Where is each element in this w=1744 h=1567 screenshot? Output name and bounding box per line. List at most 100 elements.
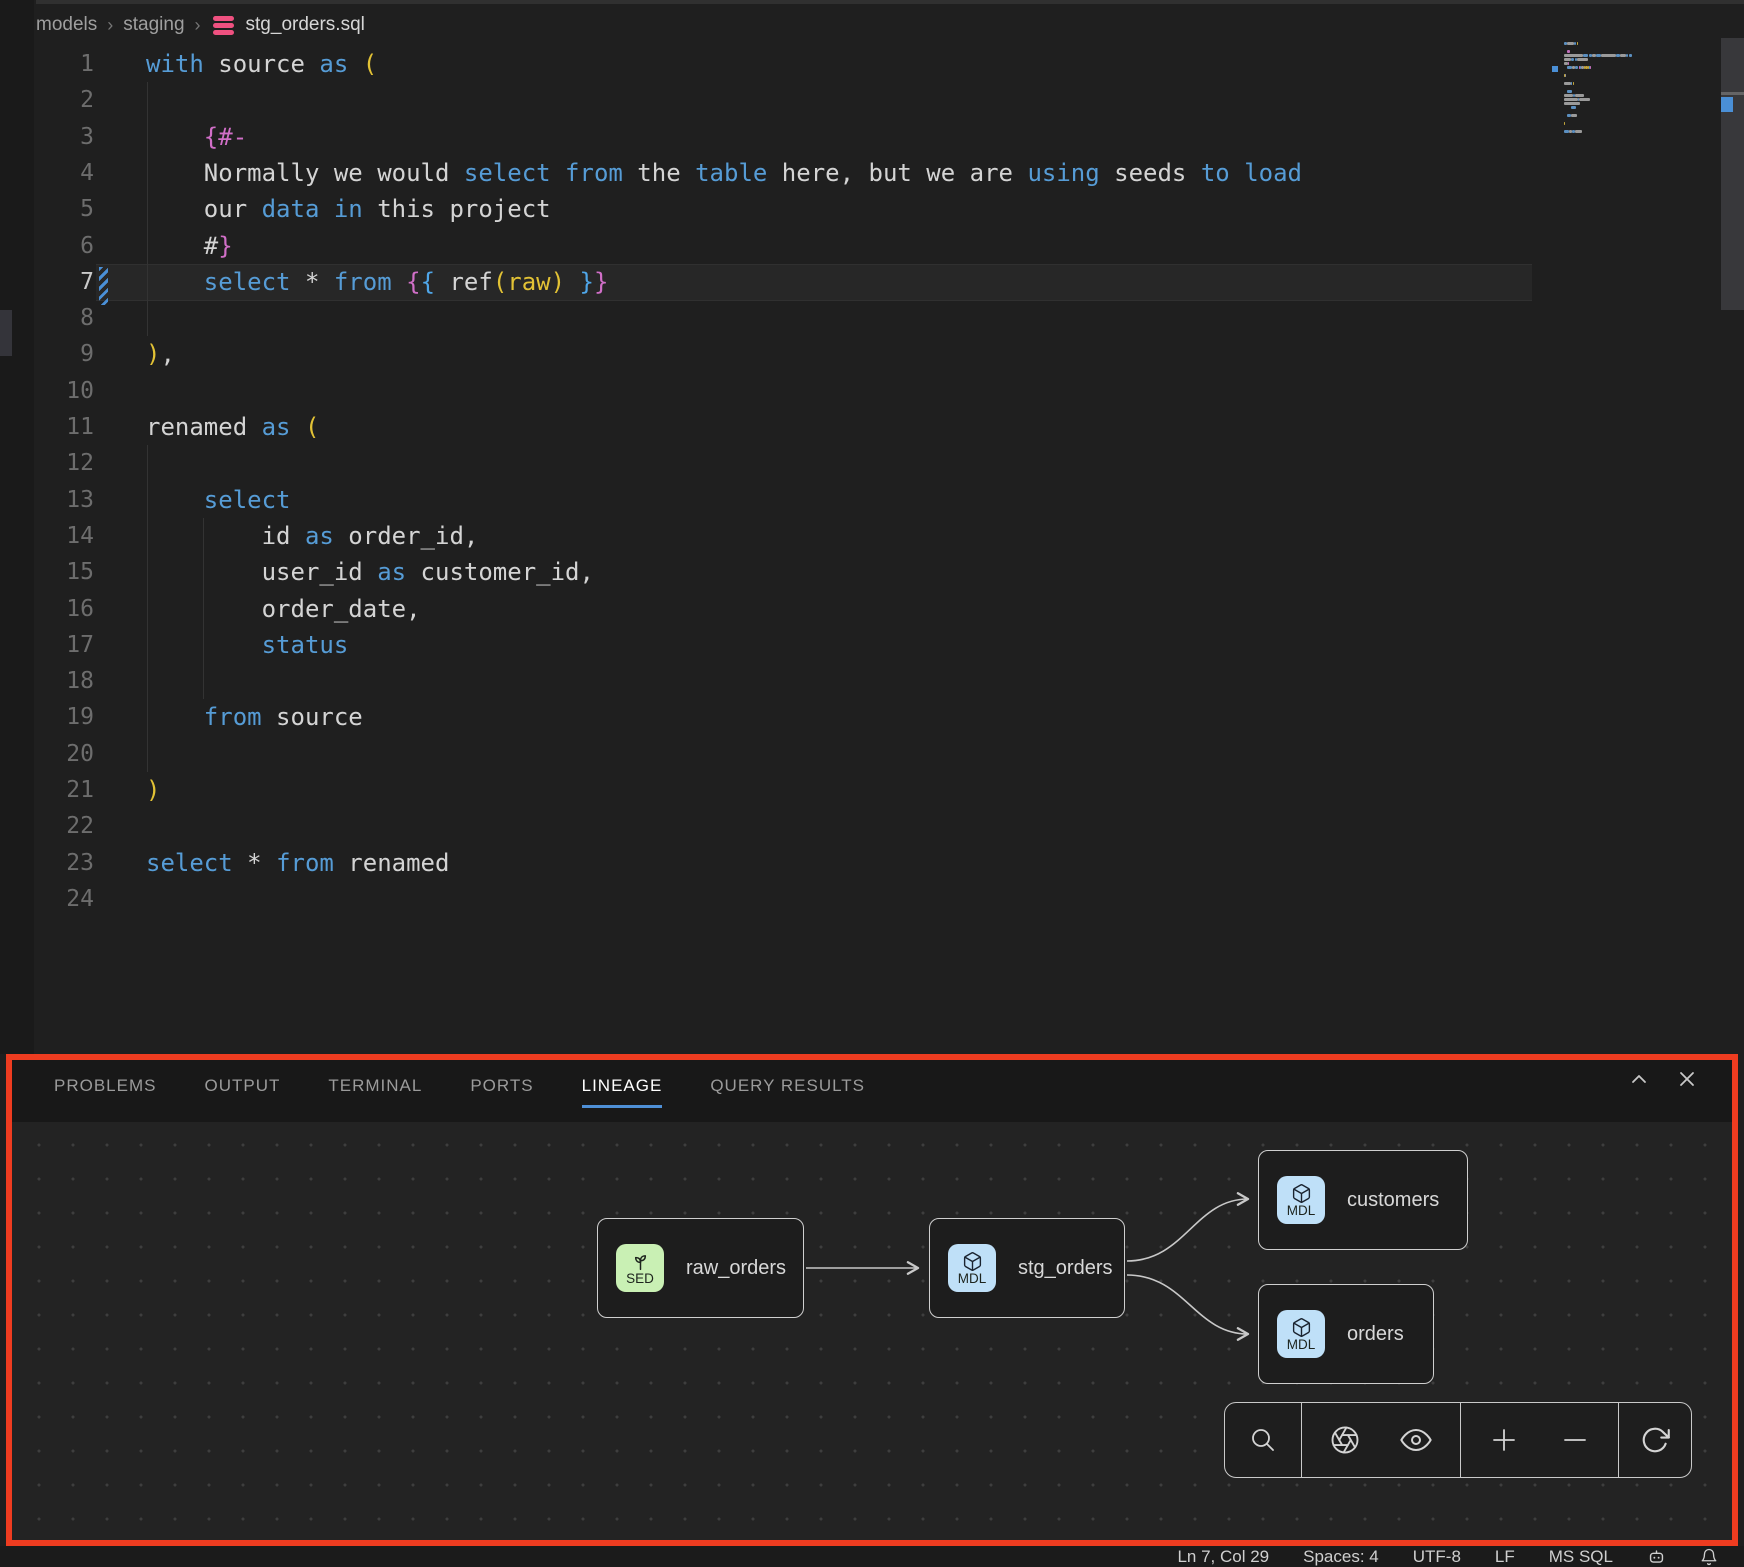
tab-output[interactable]: OUTPUT — [204, 1076, 280, 1100]
code-line-13[interactable]: 13 select — [0, 482, 1744, 519]
code-line-2[interactable]: 2 — [0, 82, 1744, 119]
code-line-18[interactable]: 18 — [0, 663, 1744, 700]
line-number: 12 — [0, 445, 94, 482]
lineage-node-orders[interactable]: MDL orders — [1258, 1284, 1434, 1384]
line-number: 5 — [0, 191, 94, 228]
lineage-node-stg_orders[interactable]: MDL stg_orders — [929, 1218, 1125, 1318]
code-line-10[interactable]: 10 — [0, 373, 1744, 410]
line-number: 18 — [0, 663, 94, 700]
cube-icon — [962, 1251, 983, 1272]
line-number: 4 — [0, 155, 94, 192]
eol-indicator[interactable]: LF — [1495, 1547, 1515, 1567]
code-line-12[interactable]: 12 — [0, 445, 1744, 482]
code-line-6[interactable]: 6 #} — [0, 228, 1744, 265]
scrollbar-thumb[interactable] — [1721, 38, 1744, 310]
panel-tab-bar: PROBLEMS OUTPUT TERMINAL PORTS LINEAGE Q… — [54, 1062, 865, 1114]
code-line-9[interactable]: 9), — [0, 336, 1744, 373]
code-line-11[interactable]: 11 renamed as ( — [0, 409, 1744, 446]
code-editor[interactable]: 1 with source as ( 23 {#-4 Normally we wou… — [0, 0, 1744, 1054]
line-number: 24 — [0, 881, 94, 918]
tab-query-results[interactable]: QUERY RESULTS — [710, 1076, 865, 1100]
search-icon[interactable] — [1235, 1412, 1291, 1468]
code-line-16[interactable]: 16 order_date, — [0, 591, 1744, 628]
line-number: 20 — [0, 736, 94, 773]
node-label: customers — [1347, 1189, 1439, 1212]
code-text: ) — [146, 772, 160, 809]
code-line-3[interactable]: 3 {#- — [0, 119, 1744, 156]
minimap-line — [1564, 82, 1574, 85]
line-number: 11 — [0, 409, 94, 446]
code-line-4[interactable]: 4 Normally we would select from the tabl… — [0, 155, 1744, 192]
code-line-24[interactable]: 24 — [0, 881, 1744, 918]
cube-icon — [1291, 1183, 1312, 1204]
code-line-8[interactable]: 8 — [0, 300, 1744, 337]
panel-actions — [1628, 1068, 1698, 1090]
code-text: with source as ( — [146, 46, 377, 83]
code-line-1[interactable]: 1 with source as ( — [0, 46, 1744, 83]
minimap-line — [1564, 94, 1584, 97]
minus-icon[interactable] — [1547, 1412, 1603, 1468]
chevron-up-icon[interactable] — [1628, 1068, 1650, 1090]
badge-label: MDL — [1287, 1338, 1316, 1352]
code-text: Normally we would select from the table … — [146, 155, 1302, 192]
minimap[interactable] — [1558, 42, 1720, 162]
code-text: status — [146, 627, 348, 664]
model-badge: MDL — [948, 1244, 996, 1292]
line-number: 23 — [0, 845, 94, 882]
badge-label: SED — [626, 1272, 654, 1286]
tab-problems[interactable]: PROBLEMS — [54, 1076, 156, 1100]
code-text: order_date, — [146, 591, 421, 628]
minimap-line — [1564, 62, 1569, 65]
robot-icon[interactable] — [1647, 1547, 1666, 1566]
lineage-toolbar — [1224, 1402, 1692, 1478]
refresh-icon[interactable] — [1627, 1412, 1683, 1468]
code-text: #} — [146, 228, 233, 265]
editor-scrollbar[interactable] — [1721, 0, 1744, 1054]
language-mode-indicator[interactable]: MS SQL — [1549, 1547, 1613, 1567]
tab-ports[interactable]: PORTS — [470, 1076, 533, 1100]
code-text: select — [146, 482, 291, 519]
line-number: 8 — [0, 300, 94, 337]
code-line-19[interactable]: 19 from source — [0, 699, 1744, 736]
minimap-line — [1564, 58, 1588, 61]
code-text: renamed as ( — [146, 409, 319, 446]
line-number: 14 — [0, 518, 94, 555]
eye-icon[interactable] — [1388, 1412, 1444, 1468]
bell-icon[interactable] — [1700, 1548, 1718, 1566]
cursor-position-indicator[interactable]: Ln 7, Col 29 — [1177, 1547, 1269, 1567]
minimap-modified-marker — [1552, 66, 1558, 72]
line-number: 9 — [0, 336, 94, 373]
node-label: orders — [1347, 1323, 1404, 1346]
lineage-node-customers[interactable]: MDL customers — [1258, 1150, 1468, 1250]
encoding-indicator[interactable]: UTF-8 — [1413, 1547, 1461, 1567]
code-line-20[interactable]: 20 — [0, 736, 1744, 773]
code-text: our data in this project — [146, 191, 551, 228]
code-line-22[interactable]: 22 — [0, 808, 1744, 845]
plus-icon[interactable] — [1476, 1412, 1532, 1468]
tab-lineage[interactable]: LINEAGE — [582, 1076, 663, 1100]
seedling-icon — [630, 1251, 651, 1272]
code-line-14[interactable]: 14 id as order_id, — [0, 518, 1744, 555]
minimap-line — [1564, 130, 1582, 133]
code-line-17[interactable]: 17 status — [0, 627, 1744, 664]
code-line-7[interactable]: 7 select * from {{ ref(raw) }} — [0, 264, 1744, 301]
indentation-indicator[interactable]: Spaces: 4 — [1303, 1547, 1379, 1567]
tab-terminal[interactable]: TERMINAL — [328, 1076, 422, 1100]
close-icon[interactable] — [1676, 1068, 1698, 1090]
modified-line-gutter-marker — [99, 267, 108, 305]
lineage-node-raw_orders[interactable]: SED raw_orders — [597, 1218, 804, 1318]
line-number: 21 — [0, 772, 94, 809]
line-number: 1 — [0, 46, 94, 83]
code-line-5[interactable]: 5 our data in this project — [0, 191, 1744, 228]
code-text: select * from renamed — [146, 845, 449, 882]
line-number: 3 — [0, 119, 94, 156]
aperture-icon[interactable] — [1317, 1412, 1373, 1468]
line-number: 7 — [0, 264, 94, 301]
badge-label: MDL — [1287, 1204, 1316, 1218]
line-number: 2 — [0, 82, 94, 119]
overview-ruler-modified-marker — [1721, 97, 1733, 112]
minimap-line — [1564, 42, 1578, 45]
code-line-15[interactable]: 15 user_id as customer_id, — [0, 554, 1744, 591]
code-line-23[interactable]: 23 select * from renamed — [0, 845, 1744, 882]
code-line-21[interactable]: 21) — [0, 772, 1744, 809]
